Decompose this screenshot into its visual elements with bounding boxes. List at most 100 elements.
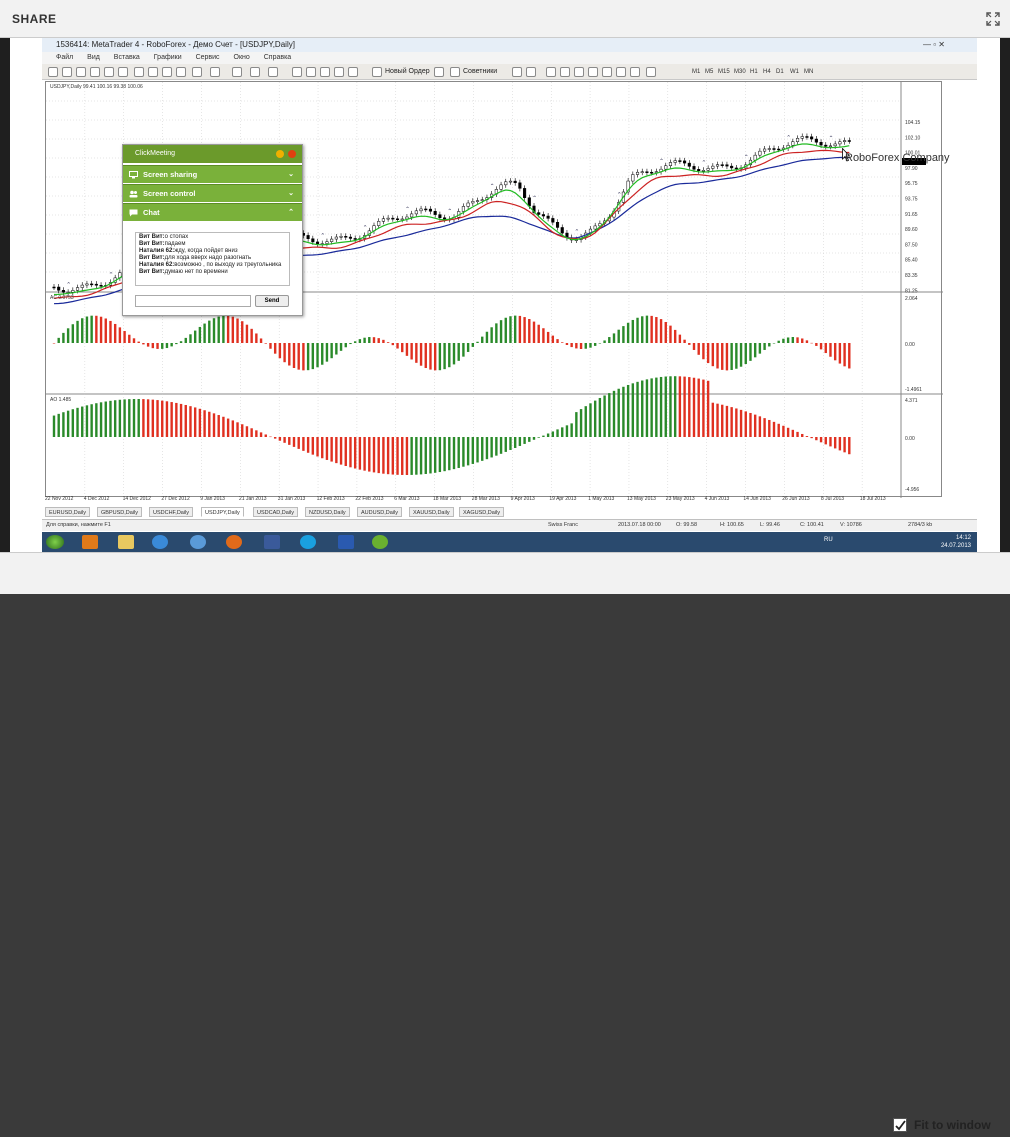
tab-usdchf[interactable]: USDCHF,Daily	[149, 507, 194, 517]
data-window-icon[interactable]	[90, 67, 100, 77]
tab-xagusd[interactable]: XAGUSD,Daily	[459, 507, 504, 517]
arrows-tool-icon[interactable]	[646, 67, 656, 77]
navigator-icon[interactable]	[104, 67, 114, 77]
folder-icon[interactable]	[118, 535, 134, 549]
tab-audusd[interactable]: AUDUSD,Daily	[357, 507, 402, 517]
tf-m5[interactable]: M5	[705, 66, 713, 78]
clock[interactable]: 14:12 24.07.2013	[941, 534, 971, 550]
section-screen-control[interactable]: Screen control ⌄	[123, 184, 302, 202]
section-chat[interactable]: Chat ⌃	[123, 203, 302, 221]
word-icon[interactable]	[338, 535, 354, 549]
tester-icon[interactable]	[134, 67, 144, 77]
tf-m1[interactable]: M1	[692, 66, 700, 78]
menu-insert[interactable]: Вставка	[114, 54, 140, 61]
text-tool-icon[interactable]	[616, 67, 626, 77]
tf-w1[interactable]: W1	[790, 66, 799, 78]
expand-icon[interactable]	[986, 12, 1000, 26]
skype-icon[interactable]	[300, 535, 316, 549]
terminal-icon[interactable]	[118, 67, 128, 77]
ac-bar	[805, 340, 809, 343]
tab-xauusd[interactable]: XAUUSD,Daily	[409, 507, 454, 517]
crosshair-tool-icon[interactable]	[526, 67, 536, 77]
ac-bar	[782, 338, 785, 343]
tf-mn[interactable]: MN	[804, 66, 813, 78]
advisors-button[interactable]: Советники	[463, 66, 497, 78]
channel-icon[interactable]	[588, 67, 598, 77]
new-order-icon[interactable]	[372, 67, 382, 77]
volumes-icon[interactable]	[348, 67, 358, 77]
new-chart-icon[interactable]	[48, 67, 58, 77]
media-player-icon[interactable]	[82, 535, 98, 549]
line-tools-icon[interactable]	[250, 67, 260, 77]
chat-input[interactable]	[135, 295, 251, 307]
clickmeeting-icon[interactable]	[372, 535, 388, 549]
ac-bar	[264, 343, 267, 344]
tf-h4[interactable]: H4	[763, 66, 771, 78]
tf-m15[interactable]: M15	[718, 66, 730, 78]
chart-window-icon[interactable]	[232, 67, 242, 77]
ao-bar	[269, 436, 272, 438]
ac-bar	[396, 343, 399, 349]
ac-bar	[523, 317, 526, 343]
ac-bar	[824, 343, 827, 354]
tf-m30[interactable]: M30	[734, 66, 746, 78]
templates-icon[interactable]	[210, 67, 220, 77]
ao-bar	[824, 437, 827, 445]
period-sep-icon[interactable]	[334, 67, 344, 77]
fibo-icon[interactable]	[602, 67, 612, 77]
tab-nzdusd[interactable]: NZDUSD,Daily	[305, 507, 350, 517]
metaeditor-icon[interactable]	[434, 67, 444, 77]
fit-to-window-label[interactable]: Fit to window	[914, 1118, 991, 1132]
tab-usdjpy[interactable]: USDJPY,Daily	[201, 507, 244, 517]
ao-bar	[664, 376, 667, 437]
menu-tools[interactable]: Сервис	[196, 54, 220, 61]
trendline-icon[interactable]	[574, 67, 584, 77]
section-screen-sharing[interactable]: Screen sharing ⌄	[123, 165, 302, 183]
candle	[753, 154, 757, 161]
grid-icon[interactable]	[320, 67, 330, 77]
tf-h1[interactable]: H1	[750, 66, 758, 78]
advisors-icon[interactable]	[450, 67, 460, 77]
ac-bar	[735, 343, 738, 369]
ao-bar	[791, 429, 795, 437]
chat-log[interactable]: Вит Вит:о стопах Вит Вит:падаем Наталия …	[135, 232, 290, 286]
autoscroll-icon[interactable]	[268, 67, 278, 77]
periods-icon[interactable]	[192, 67, 202, 77]
menu-help[interactable]: Справка	[264, 54, 291, 61]
zoom-in-icon[interactable]	[148, 67, 158, 77]
menu-window[interactable]: Окно	[234, 54, 250, 61]
ao-bar	[805, 436, 809, 437]
ac-bar	[85, 316, 89, 343]
close-icon[interactable]	[288, 150, 296, 158]
minimize-icon[interactable]	[276, 150, 284, 158]
horizontal-line-icon[interactable]	[560, 67, 570, 77]
new-order-button[interactable]: Новый Ордер	[385, 66, 430, 78]
market-watch-icon[interactable]	[76, 67, 86, 77]
tab-eurusd[interactable]: EURUSD,Daily	[45, 507, 90, 517]
menu-file[interactable]: Файл	[56, 54, 73, 61]
window-controls[interactable]: — ▫ ✕	[923, 38, 945, 52]
send-button[interactable]: Send	[255, 295, 289, 307]
fit-to-window-checkbox[interactable]	[893, 1118, 907, 1132]
ac-bar	[711, 343, 715, 367]
language-indicator[interactable]: RU	[824, 537, 833, 543]
label-tool-icon[interactable]	[630, 67, 640, 77]
zoom-out-icon[interactable]	[162, 67, 172, 77]
cursor-tool-icon[interactable]	[512, 67, 522, 77]
move-icon[interactable]	[306, 67, 316, 77]
menu-charts[interactable]: Графики	[154, 54, 182, 61]
indicators-icon[interactable]	[176, 67, 186, 77]
start-button-icon[interactable]	[46, 535, 64, 549]
ie-icon[interactable]	[152, 535, 168, 549]
price-tick: 81.25	[905, 288, 918, 294]
tab-gbpusd[interactable]: GBPUSD,Daily	[97, 507, 142, 517]
profiles-icon[interactable]	[62, 67, 72, 77]
tf-d1[interactable]: D1	[776, 66, 784, 78]
vertical-line-icon[interactable]	[546, 67, 556, 77]
crosshair-icon[interactable]	[292, 67, 302, 77]
mail-icon[interactable]	[190, 535, 206, 549]
tab-usdcad[interactable]: USDCAD,Daily	[253, 507, 298, 517]
metatrader-icon[interactable]	[264, 535, 280, 549]
firefox-icon[interactable]	[226, 535, 242, 549]
menu-view[interactable]: Вид	[87, 54, 100, 61]
